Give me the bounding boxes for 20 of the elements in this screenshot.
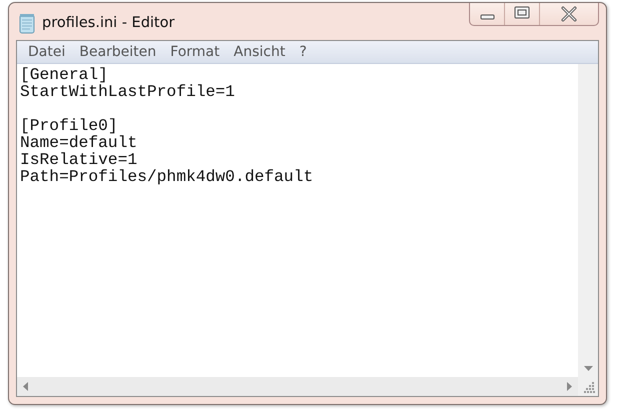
menu-item[interactable]: Bearbeiten <box>72 42 164 62</box>
horizontal-scrollbar[interactable] <box>17 377 578 396</box>
text-line: StartWithLastProfile=1 <box>20 83 235 100</box>
window-title: profiles.ini - Editor <box>42 15 175 31</box>
menu-item[interactable]: Ansicht <box>226 42 292 62</box>
text-line: [General] <box>20 66 108 83</box>
text-line: Path=Profiles/phmk4dw0.default <box>20 168 314 185</box>
text-line: IsRelative=1 <box>20 151 138 168</box>
menu-item[interactable]: ? <box>292 42 314 62</box>
vertical-scrollbar[interactable] <box>578 64 598 377</box>
menu-item[interactable]: Format <box>163 42 227 62</box>
scroll-right-icon[interactable] <box>567 382 572 391</box>
scroll-down-icon[interactable] <box>584 366 592 371</box>
menu-item[interactable]: Datei <box>21 42 72 62</box>
text-line: [Profile0] <box>20 117 118 134</box>
editor-area[interactable]: Datei Bearbeiten Format Ansicht ? [General] StartWithLastProfile=1 [Profile0] Name=default IsRelative=1 Path=Profiles/phmk4dw0.default <box>16 40 599 397</box>
notepad-icon <box>18 13 36 34</box>
scroll-left-icon[interactable] <box>23 382 28 391</box>
text-line: Name=default <box>20 134 138 151</box>
resize-grip-icon[interactable] <box>584 382 595 393</box>
